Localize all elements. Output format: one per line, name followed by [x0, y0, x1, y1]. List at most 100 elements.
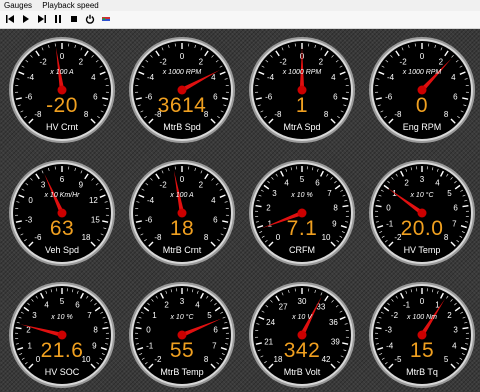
tick-label: 2 — [79, 58, 84, 67]
tick-label: 9 — [79, 181, 84, 190]
tick-label: -3 — [385, 326, 393, 335]
tick-label: 27 — [279, 303, 288, 312]
gauge-veh-spd: -6 -3 0 3 6 9 12 15 18 x 10 Km/Hr 63 Veh Spd — [8, 159, 116, 267]
tick-label: 4 — [435, 179, 440, 188]
tick-label: 3 — [180, 297, 185, 306]
gauge-panel: -8 -6 -4 -2 0 2 4 6 8 x 100 A -20 HV Crnt -8 -6 -4 -2 0 2… — [0, 29, 480, 392]
tick-label: 4 — [195, 301, 200, 310]
menu-playback-speed[interactable]: Playback speed — [38, 1, 102, 10]
gauge-scale: x 10 % — [51, 314, 73, 321]
tick-label: 5 — [300, 175, 305, 184]
tick-label: 3 — [41, 181, 46, 190]
tick-label: -1 — [403, 301, 411, 310]
gauge-mtrb-crnt: -8 -6 -4 -2 0 2 4 6 8 x 100 A 18 MtrB Crnt — [128, 159, 236, 267]
gauge-label: CRFM — [289, 245, 315, 255]
stop-icon — [71, 16, 77, 22]
gauge-label: HV SOC — [44, 367, 80, 377]
tick-label: 2 — [319, 58, 324, 67]
flag-icon — [102, 17, 110, 21]
tick-label: 0 — [146, 326, 151, 335]
gauge-value: 15 — [409, 339, 435, 362]
skip-back-icon — [6, 15, 14, 23]
gauge-label: MtrB Volt — [283, 367, 321, 377]
gauge-crfm: 0 1 2 3 4 5 6 7 8 9 10 x 10 % 7.1 CRFM — [248, 159, 356, 267]
gauge-scale: x 10 °C — [410, 192, 434, 199]
tick-label: 2 — [199, 58, 204, 67]
tick-label: 0 — [60, 52, 65, 61]
gauge-value: 63 — [49, 217, 75, 240]
gauge-mtrb-volt: 18 21 24 27 30 33 36 39 42 x 10 V 342 MtrB Volt — [248, 281, 356, 389]
power-icon — [85, 14, 95, 24]
gauge-scale: x 1000 RPM — [162, 69, 202, 76]
gauge-label: MtrB Spd — [163, 122, 201, 132]
gauge-value: 20.0 — [400, 217, 444, 240]
skip-forward-button[interactable] — [35, 12, 49, 26]
tick-label: 4 — [44, 301, 49, 310]
gauge-value: 3614 — [157, 94, 207, 117]
gauge-value: 55 — [169, 339, 195, 362]
tick-label: -2 — [400, 58, 408, 67]
tick-label: -2 — [160, 58, 168, 67]
skip-back-button[interactable] — [3, 12, 17, 26]
tick-label: 3 — [453, 326, 458, 335]
gauge-value: 0 — [415, 94, 429, 117]
tick-label: 6 — [75, 301, 80, 310]
tick-label: -2 — [160, 181, 168, 190]
gauge-scale: x 10 Km/Hr — [44, 192, 80, 199]
tick-label: 2 — [266, 204, 271, 213]
gauge-label: HV Crnt — [45, 122, 78, 132]
tick-label: 0 — [420, 52, 425, 61]
gauge-mtra-spd: -8-6-4-202468x 1000 RPM1MtrA Spd — [248, 36, 356, 144]
tick-label: 0 — [180, 52, 185, 61]
gauge-label: Eng RPM — [402, 122, 442, 132]
gauge-scale: x 1000 RPM — [402, 69, 442, 76]
tick-label: 0 — [420, 297, 425, 306]
gauge-value: 21.6 — [40, 339, 84, 362]
tick-label: 6 — [213, 326, 218, 335]
play-button[interactable] — [19, 12, 33, 26]
gauge-value: 1 — [295, 94, 309, 117]
gauge-scale: x 10 % — [291, 192, 313, 199]
gauge-scale: x 100 A — [50, 69, 74, 76]
tick-label: -2 — [280, 58, 288, 67]
tick-label: 30 — [298, 297, 307, 306]
power-button[interactable] — [83, 12, 97, 26]
gauge-scale: x 100 A — [170, 192, 194, 199]
tick-label: 6 — [453, 204, 458, 213]
gauge-label: MtrB Crnt — [162, 245, 202, 255]
tick-label: 0 — [180, 175, 185, 184]
menu-bar: Gauges Playback speed — [0, 0, 480, 11]
gauge-scale: x 1000 RPM — [282, 69, 322, 76]
gauge-value: 342 — [283, 339, 321, 362]
gauge-value: -20 — [46, 94, 78, 117]
stop-button[interactable] — [67, 12, 81, 26]
gauge-label: MtrB Temp — [160, 367, 204, 377]
gauge-hv-soc: 0 1 2 3 4 5 6 7 8 9 10 x 10 % 21.6 HV SOC — [8, 281, 116, 389]
tick-label: 5 — [60, 297, 65, 306]
skip-forward-icon — [38, 15, 46, 23]
gauge-scale: x 100 Nm — [407, 314, 437, 321]
tick-label: -2 — [40, 58, 48, 67]
tick-label: 2 — [404, 179, 409, 188]
tick-label: 6 — [315, 179, 320, 188]
menu-gauges[interactable]: Gauges — [0, 1, 36, 10]
gauge-scale: x 10 °C — [170, 314, 194, 321]
gauge-mtrb-tq: -5 -4 -3 -2 -1 0 1 2 3 4 5 x 100 Nm 15 MtrB Tq — [368, 281, 476, 389]
gauge-mtrb-spd: -8 -6 -4 -2 0 2 4 6 8 x 1000 RPM 3614 MtrB Spd — [128, 36, 236, 144]
gauge-scale: x 10 V — [292, 314, 312, 321]
gauge-mtrb-temp: -2 -1 0 1 2 3 4 5 6 7 8 x 10 °C 55 MtrB Temp — [128, 281, 236, 389]
gauge-label: HV Temp — [403, 245, 441, 255]
flag-button[interactable] — [99, 12, 113, 26]
tick-label: 3 — [420, 175, 425, 184]
tick-label: 8 — [93, 326, 98, 335]
gauge-label: Veh Spd — [44, 245, 80, 255]
gauge-label: MtrA Spd — [283, 122, 321, 132]
gauge-label: MtrB Tq — [406, 367, 438, 377]
play-icon — [23, 15, 29, 23]
tick-label: 0 — [386, 204, 391, 213]
tick-label: 2 — [164, 301, 169, 310]
gauge-eng-rpm: -8 -6 -4 -2 0 2 4 6 8 x 1000 RPM 0 Eng RPM — [368, 36, 476, 144]
tick-label: 8 — [333, 204, 338, 213]
pause-button[interactable] — [51, 12, 65, 26]
tick-label: 2 — [439, 58, 444, 67]
